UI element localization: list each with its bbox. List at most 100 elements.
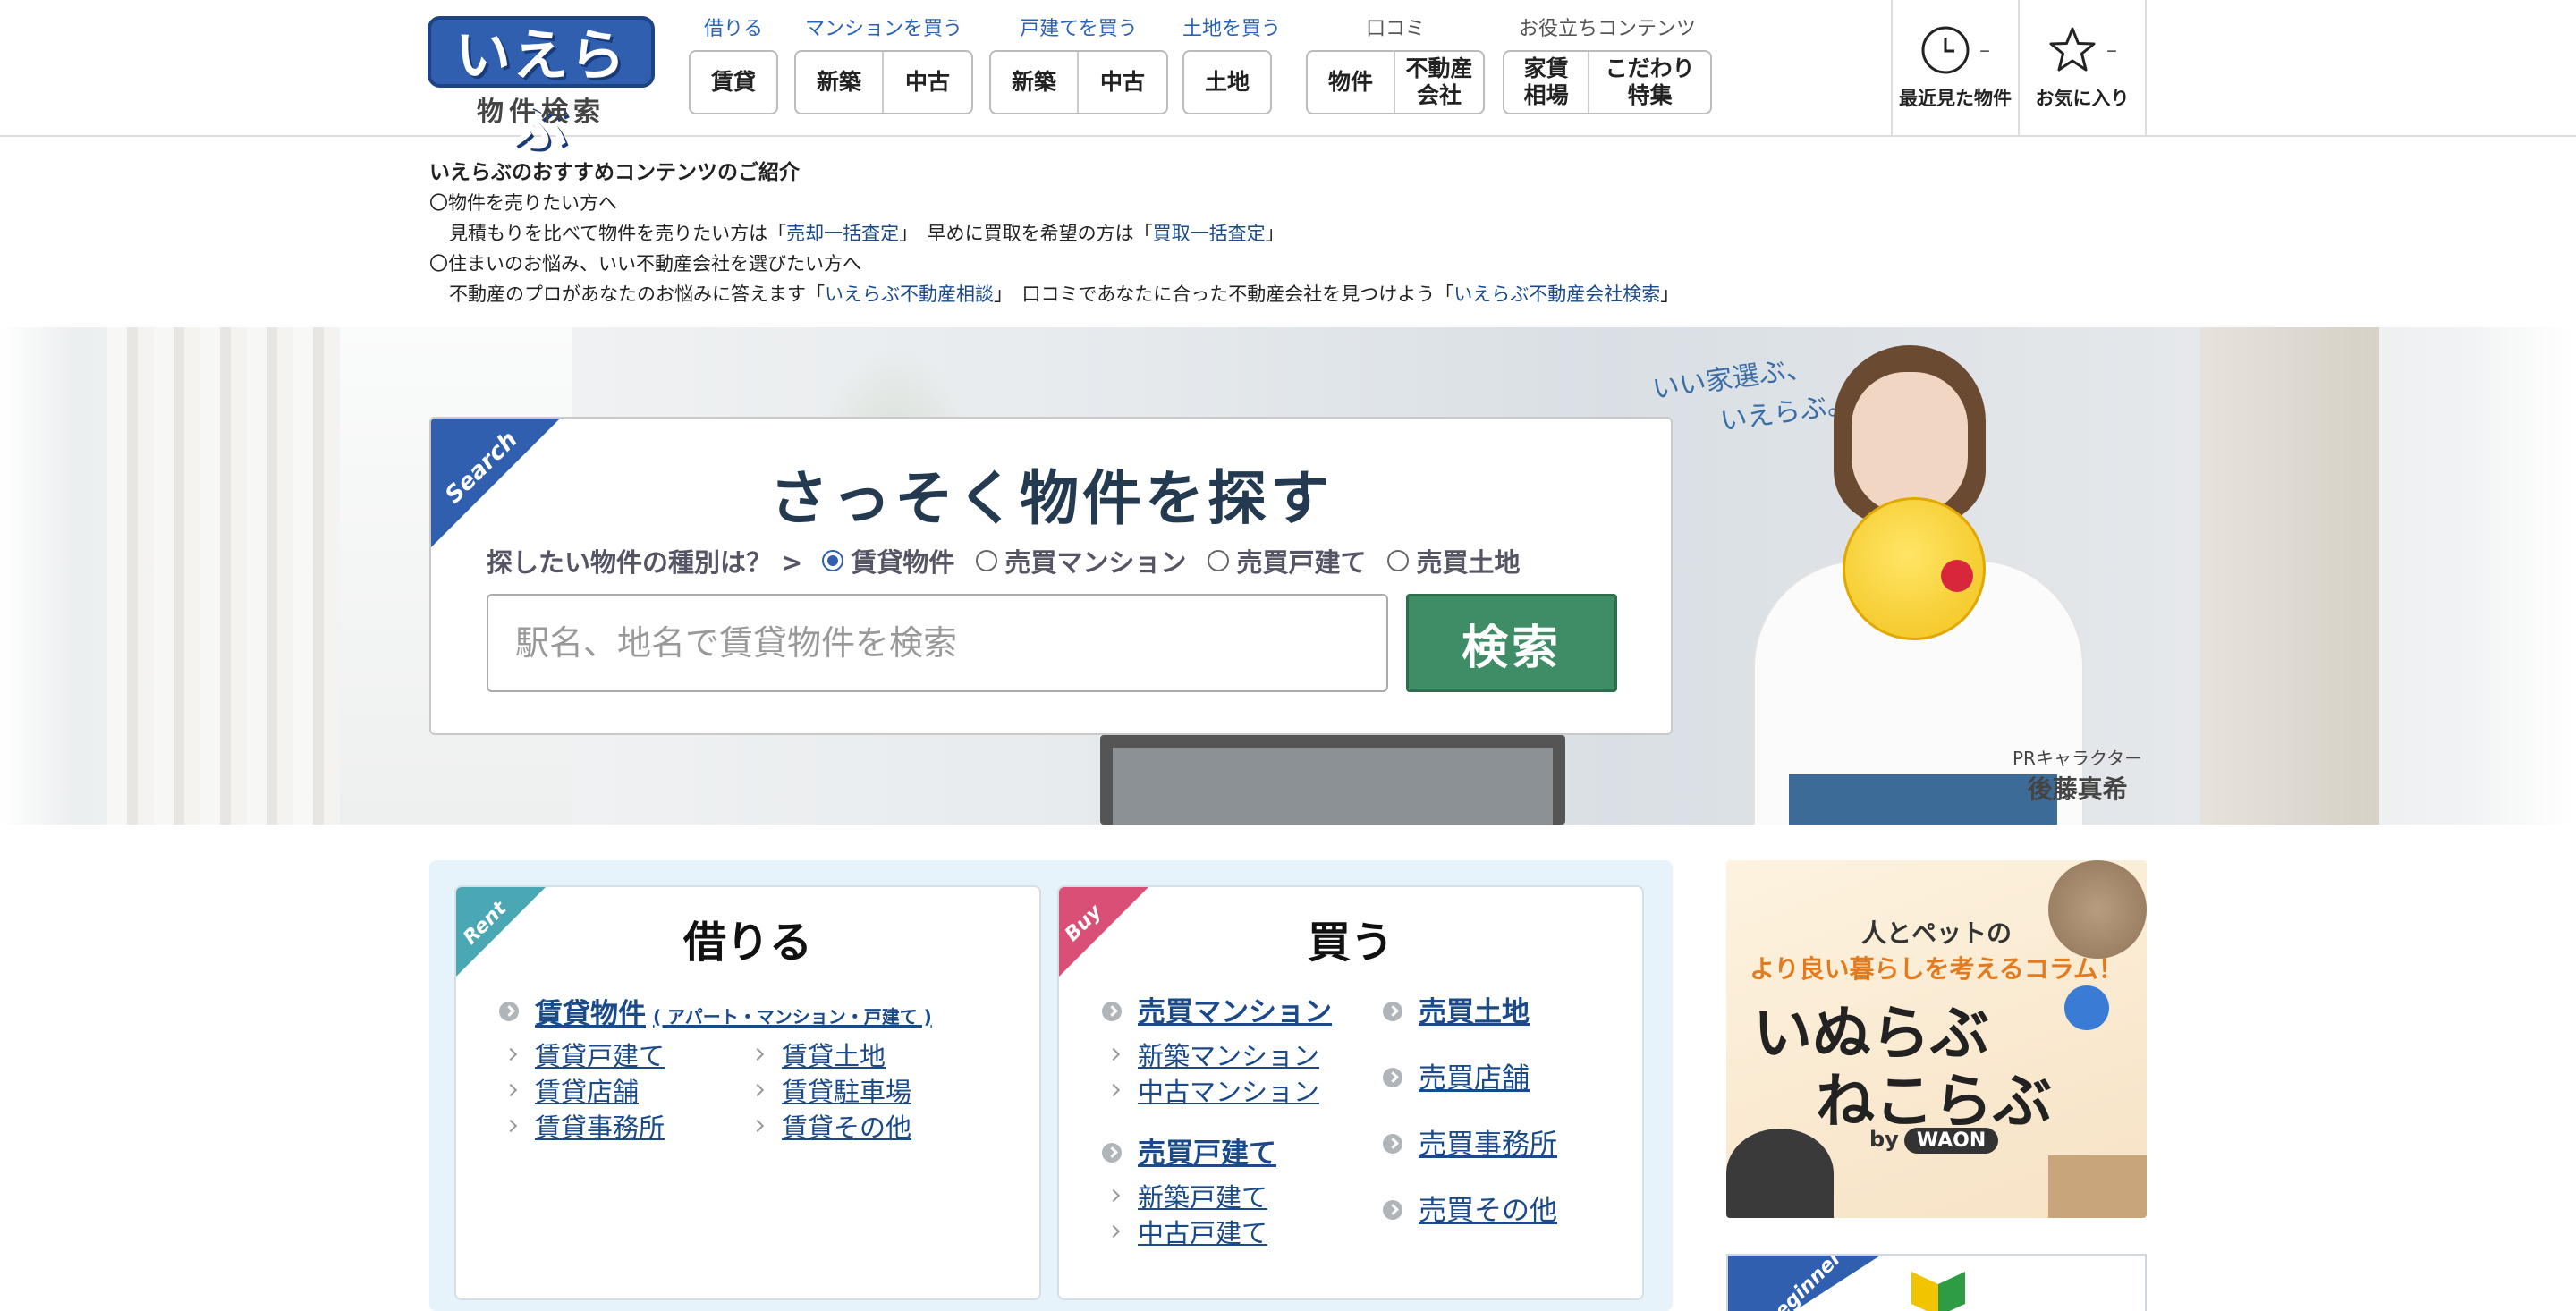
arrow-circle-icon — [1383, 1002, 1402, 1021]
rent-main-label: 賃貸物件 — [535, 998, 646, 1030]
buy-card-title: 買う — [1307, 918, 1394, 968]
buy-house-link[interactable]: 売買戸建て — [1138, 1130, 1276, 1171]
site-header: いえらぶ 物件検索 借りる 賃貸 マンションを買う 新築 中古 戸建てを買う 新… — [0, 0, 2576, 159]
sell-text: 」 — [1265, 223, 1284, 244]
nav-button-features[interactable]: こだわり 特集 — [1589, 52, 1710, 113]
hero-banner: いい家選ぶ、 いえらぶ。 PRキャラクター 後藤真希 Search さっそく物件… — [0, 327, 2576, 825]
buy-office-link[interactable]: 売買事務所 — [1419, 1121, 1557, 1162]
radio-rent[interactable]: 賃貸物件 — [822, 542, 954, 579]
recommend-section: いえらぶのおすすめコンテンツのご紹介 〇物件を売りたい方へ 見積もりを比べて物件… — [429, 157, 2129, 309]
buy-land-link[interactable]: 売買土地 — [1419, 989, 1530, 1029]
nav-group-house: 戸建てを買う 新築 中古 — [989, 16, 1168, 114]
tv-decoration — [1100, 735, 1565, 825]
radio-label: 売買戸建て — [1236, 547, 1367, 578]
star-icon — [2049, 27, 2096, 72]
chevron-right-icon — [504, 1047, 518, 1061]
radio-house[interactable]: 売買戸建て — [1208, 542, 1366, 579]
favorites-button[interactable]: – お気に入り — [2020, 0, 2147, 137]
living-line: 不動産のプロがあなたのお悩みに答えます「いえらぶ不動産相談」 口コミであなたに合… — [429, 279, 2129, 309]
rent-land-link[interactable]: 賃貸土地 — [782, 1036, 886, 1073]
buyback-estimate-link[interactable]: 買取一括査定 — [1153, 223, 1266, 244]
chevron-right-icon — [750, 1119, 765, 1133]
rent-other-link[interactable]: 賃貸その他 — [782, 1107, 911, 1145]
living-heading: 〇住まいのお悩み、いい不動産会社を選びたい方へ — [429, 253, 861, 275]
consultation-link[interactable]: いえらぶ不動産相談 — [825, 283, 994, 305]
nav-group-label[interactable]: 戸建てを買う — [989, 16, 1168, 43]
arrow-circle-icon — [499, 1002, 519, 1021]
pr-label: PRキャラクター — [2012, 748, 2143, 769]
living-text: 」 口コミであなたに合った不動産会社を見つけよう「 — [994, 283, 1454, 305]
nav-group-label: 口コミ — [1365, 18, 1425, 40]
rent-parking-link[interactable]: 賃貸駐車場 — [782, 1071, 911, 1109]
nav-button-land[interactable]: 土地 — [1184, 52, 1270, 113]
radio-icon — [1208, 550, 1230, 571]
nav-group-useful: お役立ちコンテンツ 家賃 相場 こだわり 特集 — [1503, 16, 1712, 114]
nav-button-rent[interactable]: 賃貸 — [691, 52, 776, 113]
nav-button-mansion-used[interactable]: 中古 — [884, 52, 971, 113]
living-text: 」 — [1660, 283, 1680, 305]
nav-button-reviews-property[interactable]: 物件 — [1308, 52, 1396, 113]
main-category-area: Rent 借りる 賃貸物件( アパート・マンション・戸建て ) 賃貸戸建て 賃貸… — [429, 860, 1673, 1311]
chevron-right-icon — [1106, 1047, 1121, 1061]
dog-image — [1726, 1129, 1834, 1218]
chevron-right-icon — [750, 1083, 765, 1097]
living-text: 不動産のプロがあなたのお悩みに答えます「 — [449, 283, 825, 305]
buy-other-link[interactable]: 売買その他 — [1419, 1188, 1557, 1228]
beginner-mark-icon — [1911, 1272, 1965, 1311]
nav-button-house-new[interactable]: 新築 — [991, 52, 1080, 113]
ad-by-text: by — [1869, 1127, 1899, 1152]
rent-main-link[interactable]: 賃貸物件 ( アパート・マンション・戸建て ) — [535, 991, 932, 1031]
radio-label: 売買土地 — [1416, 547, 1521, 578]
radio-icon — [1387, 550, 1410, 571]
box-image — [2048, 1155, 2147, 1218]
nav-button-mansion-new[interactable]: 新築 — [796, 52, 885, 113]
company-search-link[interactable]: いえらぶ不動産会社検索 — [1453, 283, 1660, 305]
pillar-decoration — [2200, 327, 2379, 825]
sell-estimate-link[interactable]: 売却一括査定 — [786, 223, 899, 244]
sell-heading: 〇物件を売りたい方へ — [429, 192, 617, 214]
pr-name: 後藤真希 — [2027, 774, 2128, 804]
buy-mansion-new-link[interactable]: 新築マンション — [1138, 1036, 1319, 1073]
rent-shop-link[interactable]: 賃貸店舗 — [535, 1071, 639, 1109]
site-logo[interactable]: いえらぶ 物件検索 — [428, 16, 655, 159]
waon-logo: WAON — [1903, 1128, 1999, 1154]
nav-group-label[interactable]: 借りる — [689, 16, 778, 43]
rent-card-title: 借りる — [682, 918, 812, 968]
pet-column-banner[interactable]: 人とペットの より良い暮らしを考えるコラム！ いぬらぶ ねこらぶ by WAON — [1726, 860, 2147, 1218]
search-title: さっそく物件を探す — [769, 464, 1333, 533]
chevron-right-icon — [504, 1083, 518, 1097]
nav-group-label[interactable]: 土地を買う — [1182, 16, 1281, 43]
buy-house-new-link[interactable]: 新築戸建て — [1138, 1177, 1267, 1214]
radio-label: 賃貸物件 — [851, 547, 955, 578]
buy-mansion-used-link[interactable]: 中古マンション — [1138, 1071, 1319, 1109]
radio-land[interactable]: 売買土地 — [1387, 542, 1520, 579]
buy-mansion-link[interactable]: 売買マンション — [1138, 989, 1332, 1029]
chevron-right-icon — [504, 1119, 518, 1133]
clock-icon — [1921, 26, 1970, 74]
sell-text: 」 早めに買取を希望の方は「 — [899, 223, 1153, 244]
arrow-circle-icon — [1383, 1134, 1402, 1154]
nav-button-reviews-company[interactable]: 不動産 会社 — [1395, 52, 1483, 113]
property-type-options: 探したい物件の種別は？ > 賃貸物件 売買マンション 売買戸建て 売買土地 — [487, 542, 1541, 579]
chevron-right-icon — [1106, 1224, 1121, 1239]
recent-properties-button[interactable]: – 最近見た物件 — [1893, 0, 2020, 137]
rent-office-link[interactable]: 賃貸事務所 — [535, 1107, 665, 1145]
search-button[interactable]: 検索 — [1406, 594, 1617, 692]
buy-card: Buy 買う 売買マンション 新築マンション 中古マンション 売買戸建て 新築戸… — [1057, 885, 1644, 1300]
sell-line: 見積もりを比べて物件を売りたい方は「売却一括査定」 早めに買取を希望の方は「買取… — [429, 218, 2129, 249]
nav-button-house-used[interactable]: 中古 — [1079, 52, 1166, 113]
chevron-right-icon — [1106, 1188, 1121, 1203]
radio-mansion[interactable]: 売買マンション — [976, 542, 1186, 579]
pr-caption: PRキャラクター 後藤真希 — [2012, 744, 2142, 806]
nav-group-label[interactable]: マンションを買う — [794, 16, 973, 43]
nav-group-rent: 借りる 賃貸 — [689, 16, 778, 114]
buy-house-used-link[interactable]: 中古戸建て — [1138, 1213, 1267, 1250]
arrow-circle-icon — [1383, 1068, 1402, 1087]
nav-button-rent-market[interactable]: 家賃 相場 — [1504, 52, 1590, 113]
recommend-title: いえらぶのおすすめコンテンツのご紹介 — [429, 161, 800, 184]
beginner-banner[interactable]: Beginner — [1726, 1254, 2147, 1311]
rent-house-link[interactable]: 賃貸戸建て — [535, 1036, 665, 1073]
arrow-circle-icon — [1102, 1002, 1122, 1021]
buy-shop-link[interactable]: 売買店舗 — [1419, 1055, 1530, 1095]
search-input[interactable] — [487, 594, 1388, 692]
